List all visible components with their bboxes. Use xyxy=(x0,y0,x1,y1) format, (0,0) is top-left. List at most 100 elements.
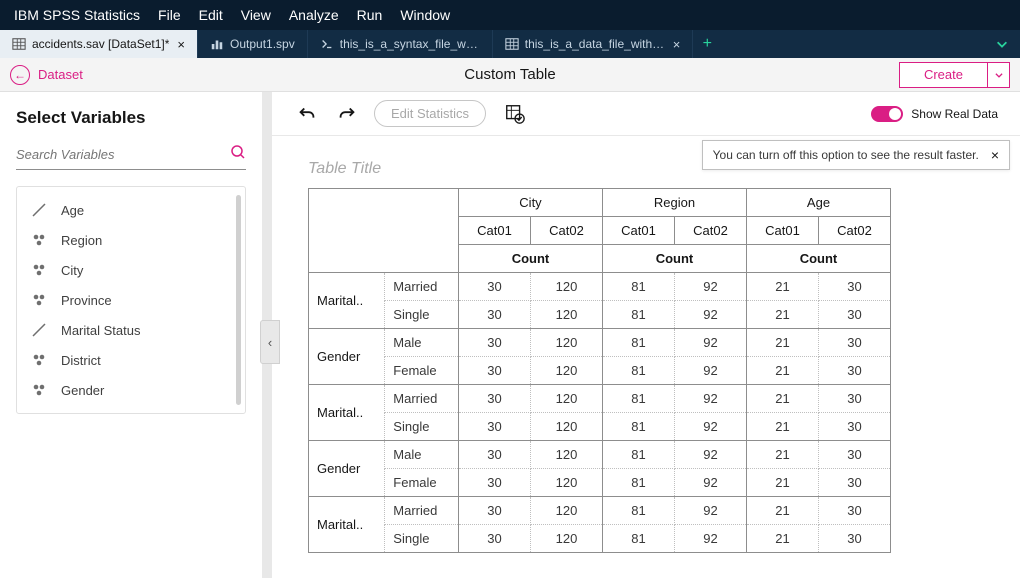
data-cell: 81 xyxy=(603,497,675,525)
data-cell: 21 xyxy=(747,525,819,553)
data-cell: 120 xyxy=(531,497,603,525)
create-dropdown[interactable] xyxy=(988,62,1010,88)
table-preset-button[interactable] xyxy=(502,101,528,127)
tab-output[interactable]: Output1.spv xyxy=(198,30,308,58)
tab-label: this_is_a_syntax_file_with_a_lo… xyxy=(340,37,480,51)
tab-label: accidents.sav [DataSet1]* xyxy=(32,37,169,51)
real-data-toggle[interactable] xyxy=(871,106,903,122)
data-cell: 30 xyxy=(459,469,531,497)
col-cat-header: Cat02 xyxy=(531,217,603,245)
data-cell: 92 xyxy=(675,469,747,497)
data-cell: 30 xyxy=(819,525,891,553)
col-cat-header: Cat01 xyxy=(459,217,531,245)
row-group-header: Marital.. xyxy=(309,497,385,553)
data-cell: 81 xyxy=(603,357,675,385)
data-cell: 120 xyxy=(531,329,603,357)
menu-file[interactable]: File xyxy=(158,7,181,23)
tab-datafile[interactable]: this_is_a_data_file_with_a_long × xyxy=(493,30,694,58)
tab-dataset[interactable]: accidents.sav [DataSet1]* × xyxy=(0,30,198,58)
col-group-header: Age xyxy=(747,189,891,217)
variable-label: Province xyxy=(61,293,112,308)
variable-item[interactable]: Province xyxy=(17,285,245,315)
row-sub-header: Married xyxy=(385,273,459,301)
close-icon[interactable]: × xyxy=(991,147,999,163)
data-cell: 21 xyxy=(747,413,819,441)
data-cell: 120 xyxy=(531,273,603,301)
data-cell: 92 xyxy=(675,301,747,329)
variable-label: Region xyxy=(61,233,102,248)
data-cell: 30 xyxy=(819,497,891,525)
data-cell: 30 xyxy=(819,273,891,301)
search-icon[interactable] xyxy=(230,144,246,165)
menu-window[interactable]: Window xyxy=(400,7,450,23)
data-cell: 81 xyxy=(603,301,675,329)
data-cell: 92 xyxy=(675,385,747,413)
sub-header: ← Dataset Custom Table Create xyxy=(0,58,1020,92)
variable-item[interactable]: Gender xyxy=(17,375,245,405)
row-sub-header: Male xyxy=(385,329,459,357)
data-cell: 21 xyxy=(747,385,819,413)
data-cell: 81 xyxy=(603,329,675,357)
data-cell: 81 xyxy=(603,441,675,469)
data-cell: 81 xyxy=(603,525,675,553)
row-sub-header: Female xyxy=(385,469,459,497)
tab-label: this_is_a_data_file_with_a_long xyxy=(525,37,665,51)
col-cat-header: Cat01 xyxy=(747,217,819,245)
row-sub-header: Single xyxy=(385,301,459,329)
search-row xyxy=(16,144,246,170)
row-group-header: Marital.. xyxy=(309,273,385,329)
data-cell: 81 xyxy=(603,413,675,441)
data-cell: 30 xyxy=(459,525,531,553)
panel-divider: ‹ xyxy=(262,92,272,578)
data-cell: 30 xyxy=(819,413,891,441)
variable-label: Age xyxy=(61,203,84,218)
data-cell: 120 xyxy=(531,525,603,553)
variable-item[interactable]: District xyxy=(17,345,245,375)
menu-edit[interactable]: Edit xyxy=(199,7,223,23)
variable-item[interactable]: Region xyxy=(17,225,245,255)
data-cell: 30 xyxy=(819,469,891,497)
arrow-left-icon: ← xyxy=(10,65,30,85)
data-cell: 92 xyxy=(675,329,747,357)
add-tab-button[interactable]: + xyxy=(693,30,721,58)
close-icon[interactable]: × xyxy=(177,38,185,51)
data-cell: 92 xyxy=(675,273,747,301)
close-icon[interactable]: × xyxy=(673,38,681,51)
undo-button[interactable] xyxy=(294,101,320,127)
create-button[interactable]: Create xyxy=(899,62,988,88)
menu-analyze[interactable]: Analyze xyxy=(289,7,339,23)
data-cell: 120 xyxy=(531,301,603,329)
data-cell: 92 xyxy=(675,525,747,553)
row-sub-header: Male xyxy=(385,441,459,469)
variable-item[interactable]: City xyxy=(17,255,245,285)
data-cell: 30 xyxy=(819,301,891,329)
redo-button[interactable] xyxy=(334,101,360,127)
data-cell: 120 xyxy=(531,441,603,469)
tab-syntax[interactable]: this_is_a_syntax_file_with_a_lo… xyxy=(308,30,493,58)
col-cat-header: Cat02 xyxy=(819,217,891,245)
data-cell: 92 xyxy=(675,497,747,525)
variable-label: Marital Status xyxy=(61,323,140,338)
menu-view[interactable]: View xyxy=(241,7,271,23)
data-cell: 21 xyxy=(747,273,819,301)
data-cell: 30 xyxy=(459,413,531,441)
page-title: Custom Table xyxy=(464,66,555,83)
variable-item[interactable]: Age xyxy=(17,195,245,225)
row-group-header: Gender xyxy=(309,441,385,497)
data-cell: 30 xyxy=(459,273,531,301)
menu-run[interactable]: Run xyxy=(357,7,383,23)
data-cell: 81 xyxy=(603,385,675,413)
back-to-dataset[interactable]: ← Dataset xyxy=(10,65,83,85)
canvas-panel: Edit Statistics Show Real Data You can t… xyxy=(272,92,1020,578)
nominal-icon xyxy=(31,292,47,308)
search-input[interactable] xyxy=(16,147,230,162)
variable-item[interactable]: Marital Status xyxy=(17,315,245,345)
edit-statistics-button[interactable]: Edit Statistics xyxy=(374,100,486,127)
data-cell: 30 xyxy=(459,497,531,525)
tab-overflow-button[interactable] xyxy=(984,30,1020,58)
data-cell: 92 xyxy=(675,357,747,385)
row-sub-header: Female xyxy=(385,357,459,385)
data-cell: 21 xyxy=(747,469,819,497)
data-cell: 21 xyxy=(747,441,819,469)
data-cell: 30 xyxy=(459,301,531,329)
